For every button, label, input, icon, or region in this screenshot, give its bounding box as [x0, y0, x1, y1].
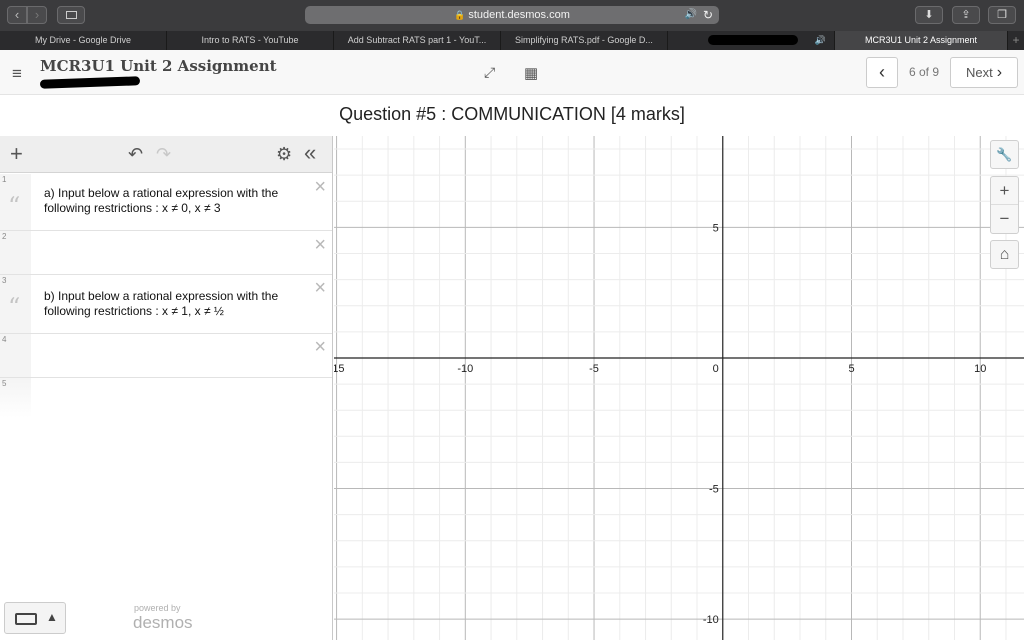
page-indicator: 6 of 9	[908, 65, 940, 79]
sidebar-icon	[66, 11, 77, 19]
collapse-panel-icon[interactable]: «	[304, 140, 316, 166]
zoom-in-button[interactable]: +	[991, 177, 1018, 205]
forward-button[interactable]: ›	[27, 6, 47, 24]
expression-toolbar: + ↶ ↷ ⚙ «	[0, 136, 332, 173]
x-tick-label: 0	[713, 363, 719, 375]
desmos-logo: desmos	[133, 613, 193, 632]
reload-icon[interactable]: ↻	[703, 6, 713, 24]
row-index: 2	[2, 232, 7, 241]
expression-row-5[interactable]: 5	[0, 378, 332, 418]
keyboard-icon	[15, 613, 37, 625]
calculator-icon[interactable]: ▦	[524, 64, 538, 82]
activity-header: ≡ MCR3U1 Unit 2 Assignment ⤢ ▦ ‹ 6 of 9 …	[0, 50, 1024, 95]
tab-unit2-assignment[interactable]: MCR3U1 Unit 2 Assignment	[835, 31, 1008, 50]
new-tab-button[interactable]: +	[1008, 31, 1024, 50]
tab-audio-icon: 🔊	[814, 35, 826, 45]
graph-canvas[interactable]: -15 -10 -5 0 5 10 5 -5 -10	[334, 136, 1024, 640]
note-quote-icon: “	[8, 293, 21, 321]
sidebar-toggle-button[interactable]	[57, 6, 85, 24]
redaction-mark	[708, 35, 798, 45]
expression-row-4[interactable]: 4 ×	[0, 334, 332, 378]
fullscreen-icon[interactable]: ⤢	[484, 64, 495, 81]
delete-item-icon[interactable]: ×	[314, 337, 326, 357]
history-nav: ‹ ›	[7, 6, 47, 24]
menu-icon[interactable]: ≡	[12, 64, 22, 84]
zoom-controls: + −	[990, 176, 1019, 234]
y-tick-label: -5	[709, 484, 719, 496]
x-tick-label: 10	[974, 363, 986, 375]
expression-panel: + ↶ ↷ ⚙ « 1 “ a) Input below a rational …	[0, 136, 333, 640]
row-index: 1	[2, 175, 7, 184]
url-text: student.desmos.com	[468, 9, 570, 21]
download-button[interactable]: ⬇	[915, 6, 943, 24]
browser-toolbar: ‹ › 🔒 student.desmos.com 🔊 ↻ ⬇ ⇪ ❐	[0, 0, 1024, 31]
caret-up-icon: ▲	[46, 610, 58, 624]
expression-row-2[interactable]: 2 ×	[0, 231, 332, 275]
x-tick-label: 5	[848, 363, 854, 375]
previous-page-button[interactable]: ‹	[866, 57, 898, 88]
tab-google-drive[interactable]: My Drive - Google Drive	[0, 31, 167, 50]
chevron-right-icon: ›	[996, 64, 1003, 81]
row-index: 3	[2, 276, 7, 285]
x-tick-label: -15	[334, 363, 345, 375]
share-button[interactable]: ⇪	[952, 6, 980, 24]
undo-icon[interactable]: ↶	[128, 144, 143, 165]
delete-item-icon[interactable]: ×	[314, 278, 326, 298]
back-button[interactable]: ‹	[7, 6, 27, 24]
tab-add-subtract-rats[interactable]: Add Subtract RATS part 1 - YouT...	[334, 31, 501, 50]
graph-paper[interactable]: -15 -10 -5 0 5 10 5 -5 -10 🔧 + − ⌂	[334, 136, 1024, 640]
tab-strip: My Drive - Google Drive Intro to RATS - …	[0, 31, 1024, 50]
add-item-icon[interactable]: +	[10, 141, 23, 167]
page-navigation: ‹ 6 of 9 Next ›	[866, 57, 1018, 88]
note-quote-icon: “	[8, 192, 21, 220]
keypad-toggle-button[interactable]: ▲	[4, 602, 66, 634]
zoom-out-button[interactable]: −	[991, 205, 1018, 233]
delete-item-icon[interactable]: ×	[314, 177, 326, 197]
show-tabs-button[interactable]: ❐	[988, 6, 1016, 24]
powered-by-text: powered by	[134, 603, 181, 613]
assignment-title: MCR3U1 Unit 2 Assignment	[40, 57, 277, 75]
expression-row-1[interactable]: 1 “ a) Input below a rational expression…	[0, 174, 332, 231]
expression-list: 1 “ a) Input below a rational expression…	[0, 174, 332, 418]
y-tick-label: -10	[703, 614, 719, 626]
tab-intro-rats[interactable]: Intro to RATS - YouTube	[167, 31, 334, 50]
tab-simplifying-rats[interactable]: Simplifying RATS.pdf - Google D...	[501, 31, 668, 50]
redo-icon[interactable]: ↷	[156, 144, 171, 165]
delete-item-icon[interactable]: ×	[314, 235, 326, 255]
x-tick-label: -10	[457, 363, 473, 375]
note-text[interactable]: a) Input below a rational expression wit…	[44, 186, 306, 216]
row-index: 5	[2, 379, 7, 388]
row-index: 4	[2, 335, 7, 344]
lock-icon: 🔒	[454, 10, 466, 20]
wrench-icon[interactable]: 🔧	[990, 140, 1019, 169]
tab-redacted[interactable]: 🔊	[668, 31, 835, 50]
question-title: Question #5 : COMMUNICATION [4 marks]	[339, 104, 685, 124]
gear-icon[interactable]: ⚙	[276, 144, 292, 165]
audio-playing-icon[interactable]: 🔊	[685, 6, 697, 24]
address-bar[interactable]: 🔒 student.desmos.com 🔊 ↻	[305, 6, 719, 24]
expression-row-3[interactable]: 3 “ b) Input below a rational expression…	[0, 275, 332, 334]
next-label: Next	[965, 65, 993, 80]
note-text[interactable]: b) Input below a rational expression wit…	[44, 289, 306, 319]
y-tick-label: 5	[713, 222, 719, 234]
next-page-button[interactable]: Next ›	[950, 57, 1018, 88]
home-icon[interactable]: ⌂	[990, 240, 1019, 269]
x-tick-label: -5	[589, 363, 599, 375]
redacted-student-name	[39, 76, 141, 89]
